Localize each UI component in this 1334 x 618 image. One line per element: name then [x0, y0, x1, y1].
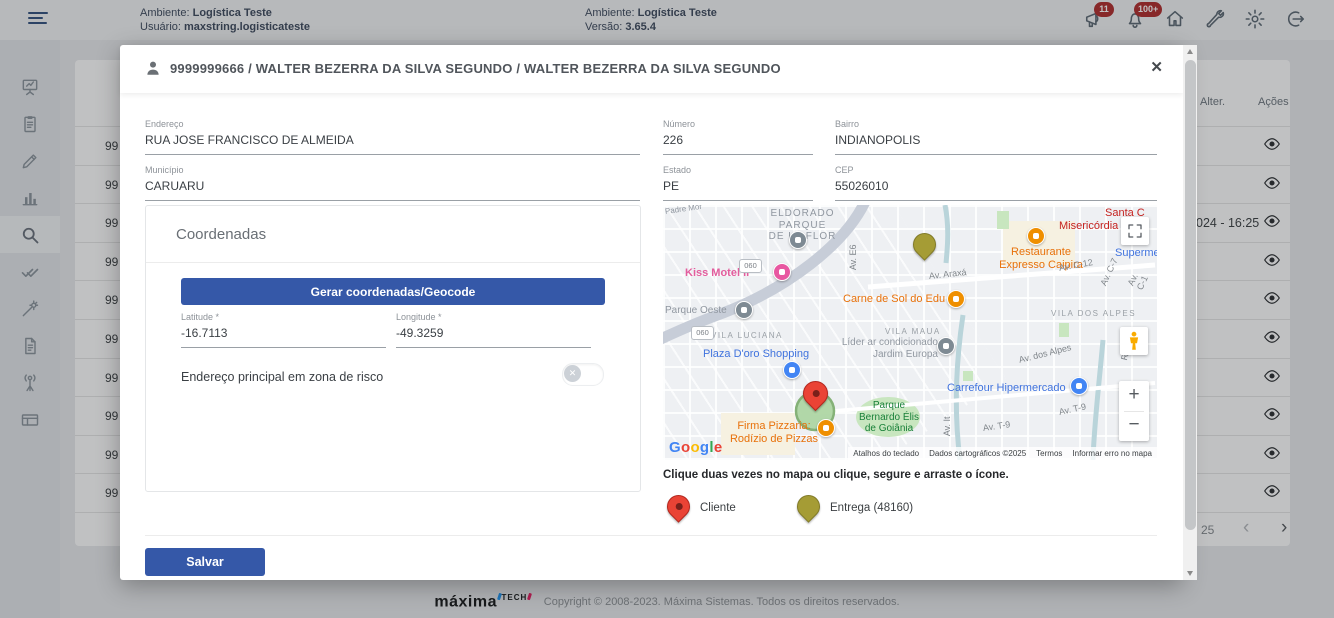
zona-risco-label: Endereço principal em zona de risco	[181, 370, 383, 384]
bairro-field[interactable]: Bairro INDIANOPOLIS	[835, 119, 1157, 155]
close-icon[interactable]: ✕	[1150, 58, 1163, 76]
map-attribution-link[interactable]: Informar erro no mapa	[1072, 449, 1152, 458]
endereco-value: RUA JOSE FRANCISCO DE ALMEIDA	[145, 133, 640, 147]
map-label: Av. E6	[848, 244, 858, 270]
map-attribution: Atalhos do teclado Dados cartográficos ©2…	[848, 447, 1157, 460]
address-modal: 9999999666 / WALTER BEZERRA DA SILVA SEG…	[120, 45, 1183, 580]
toggle-off-x-icon: ✕	[564, 365, 581, 382]
map-attribution-link[interactable]: Termos	[1036, 449, 1062, 458]
map-label: Misericórdia	[1059, 220, 1118, 233]
transit-icon[interactable]	[937, 337, 955, 355]
coordenadas-card: Coordenadas Gerar coordenadas/Geocode La…	[145, 205, 641, 492]
modal-title: 9999999666 / WALTER BEZERRA DA SILVA SEG…	[170, 61, 781, 76]
map-label: Parque Bernardo Élis de Goiânia	[849, 400, 929, 435]
zona-risco-toggle[interactable]: ✕	[562, 363, 604, 386]
latitude-label: Latitude *	[181, 312, 386, 322]
map-label: Líder ar condicionado Jardim Europa	[821, 337, 938, 360]
map-attribution-link[interactable]: Dados cartográficos ©2025	[929, 449, 1026, 458]
numero-field[interactable]: Número 226	[663, 119, 813, 155]
cart-icon[interactable]	[1070, 377, 1088, 395]
modal-titlebar: 9999999666 / WALTER BEZERRA DA SILVA SEG…	[120, 45, 1183, 93]
map-label: VILA DOS ALPES	[1051, 309, 1136, 318]
cep-label: CEP	[835, 165, 1157, 175]
map-label: Parque Oeste	[665, 305, 727, 317]
endereco-field[interactable]: Endereço RUA JOSE FRANCISCO DE ALMEIDA	[145, 119, 640, 155]
endereco-label: Endereço	[145, 119, 640, 129]
pegman-icon[interactable]	[1120, 327, 1148, 355]
person-icon	[144, 59, 162, 77]
save-button[interactable]: Salvar	[145, 548, 265, 576]
fullscreen-icon[interactable]	[1121, 217, 1149, 245]
zoom-out-icon[interactable]: −	[1119, 412, 1149, 441]
map-label: Av. It	[942, 416, 952, 436]
lock-icon[interactable]	[783, 361, 801, 379]
transit-icon[interactable]	[735, 301, 753, 319]
map-label: Supermer	[1115, 247, 1157, 260]
legend-entrega-label: Entrega (48160)	[830, 502, 913, 514]
longitude-value: -49.3259	[396, 326, 591, 340]
map-label: VILA MAUA	[885, 327, 941, 336]
modal-scrollbar[interactable]	[1183, 45, 1197, 580]
scroll-down-icon[interactable]	[1183, 566, 1197, 580]
estado-value: PE	[663, 179, 813, 193]
bairro-value: INDIANOPOLIS	[835, 133, 1157, 147]
estado-label: Estado	[663, 165, 813, 175]
scrollbar-thumb[interactable]	[1185, 60, 1196, 530]
cliente-pin-icon	[667, 495, 690, 518]
motel-icon[interactable]	[773, 263, 791, 281]
map-attribution-link[interactable]: Atalhos do teclado	[853, 449, 919, 458]
scroll-up-icon[interactable]	[1183, 45, 1197, 59]
map-label: Plaza D'oro Shopping	[703, 348, 809, 361]
zoom-in-icon[interactable]: +	[1119, 381, 1149, 411]
numero-value: 226	[663, 133, 813, 147]
municipio-value: CARUARU	[145, 179, 640, 193]
cep-field[interactable]: CEP 55026010	[835, 165, 1157, 201]
municipio-label: Município	[145, 165, 640, 175]
highway-shield: 060	[739, 259, 762, 273]
highway-shield: 060	[691, 326, 714, 340]
google-logo: Google	[669, 439, 723, 456]
map-zoom-control: + −	[1119, 381, 1149, 441]
entrega-pin-icon	[797, 495, 820, 518]
entrega-pin[interactable]	[913, 233, 936, 256]
coordenadas-title: Coordenadas	[176, 226, 266, 243]
restaurant-icon[interactable]	[1027, 227, 1045, 245]
divider	[145, 535, 1157, 536]
transit-icon[interactable]	[789, 231, 807, 249]
restaurant-icon[interactable]	[947, 290, 965, 308]
longitude-field[interactable]: Longitude * -49.3259	[396, 312, 591, 348]
map-label: VILA LUCIANA	[711, 331, 783, 340]
bairro-label: Bairro	[835, 119, 1157, 129]
cep-value: 55026010	[835, 179, 1157, 193]
map-label: Carrefour Hipermercado	[947, 382, 1066, 395]
municipio-field[interactable]: Município CARUARU	[145, 165, 640, 201]
estado-field[interactable]: Estado PE	[663, 165, 813, 201]
map-instruction-text: Clique duas vezes no mapa ou clique, seg…	[663, 469, 1009, 481]
map-label: Carne de Sol do Edu	[843, 293, 945, 306]
google-map[interactable]: Padre MorELDORADO PARQUE DE LA FLORKiss …	[663, 205, 1157, 460]
map-label: Firma Pizzaria: Rodízio de Pizzas	[725, 420, 823, 445]
cliente-pin[interactable]	[803, 381, 828, 406]
legend-cliente-label: Cliente	[700, 502, 736, 514]
latitude-field[interactable]: Latitude * -16.7113	[181, 312, 386, 348]
longitude-label: Longitude *	[396, 312, 591, 322]
latitude-value: -16.7113	[181, 326, 386, 340]
numero-label: Número	[663, 119, 813, 129]
gerar-coordenadas-button[interactable]: Gerar coordenadas/Geocode	[181, 278, 605, 305]
restaurant-icon[interactable]	[817, 419, 835, 437]
divider	[146, 262, 640, 263]
